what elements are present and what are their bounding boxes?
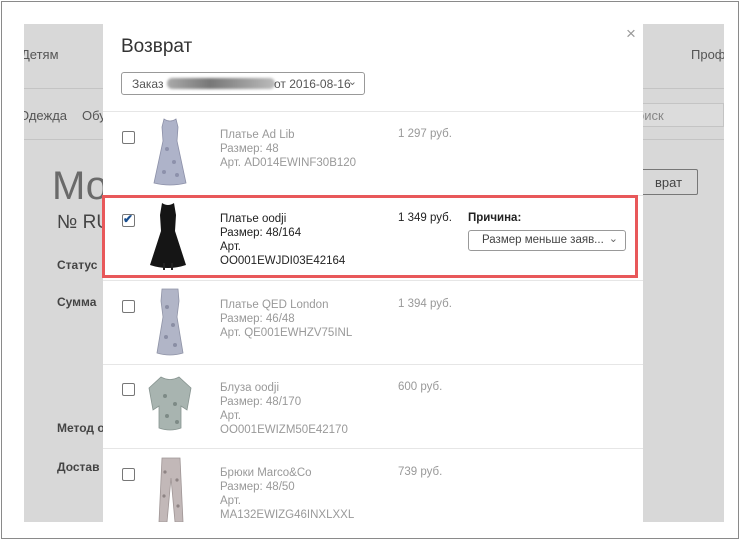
item-price: 600 руб. (398, 381, 443, 393)
item-size: Размер: 48 (220, 143, 279, 155)
item-name: Платье Ad Lib (220, 129, 295, 141)
item-article-code: OO001EWIZM50E42170 (220, 424, 348, 436)
trousers-thumbnail (158, 457, 184, 522)
dress-thumbnail (153, 118, 187, 186)
background-method-label: Метод о (57, 421, 105, 435)
screenshot-frame: Детям Профи Одежда Обу оиск Мо № RU Стат… (1, 1, 739, 539)
nav-children: Детям (24, 47, 59, 62)
item-checkbox[interactable] (122, 468, 135, 481)
order-select-date: от 2016-08-16 (274, 77, 351, 91)
item-size: Размер: 48/170 (220, 396, 302, 408)
redacted-order-number (167, 78, 275, 89)
close-icon[interactable]: × (626, 24, 636, 44)
selected-item-highlight (102, 195, 638, 278)
background-return-button: врат (636, 169, 698, 195)
blouse-thumbnail (148, 376, 192, 431)
item-article-code: MA132EWIZG46INXLXXL (220, 509, 355, 521)
chevron-down-icon: ⌄ (347, 76, 357, 88)
category-clothes: Одежда (24, 108, 68, 123)
item-name: Брюки Marco&Co (220, 467, 312, 479)
modal-title: Возврат (121, 36, 193, 57)
order-select-prefix: Заказ (132, 77, 164, 91)
background-page-title: Мо (52, 164, 109, 208)
item-divider (103, 280, 643, 281)
item-checkbox[interactable] (122, 383, 135, 396)
item-checkbox[interactable] (122, 300, 135, 313)
item-info: Брюки Marco&Co Размер: 48/50 Арт. MA132E… (220, 466, 354, 522)
item-info: Блуза oodji Размер: 48/170 Арт. OO001EWI… (220, 381, 348, 437)
item-divider (103, 448, 643, 449)
item-info: Платье QED London Размер: 46/48 Арт. QE0… (220, 298, 352, 340)
item-name: Платье QED London (220, 299, 329, 311)
item-price: 1 394 руб. (398, 298, 452, 310)
nav-profile: Профи (691, 47, 724, 62)
background-sum-label: Сумма (57, 295, 97, 309)
item-article: Арт. AD014EWINF30B120 (220, 157, 357, 169)
item-article-label: Арт. (220, 495, 242, 507)
item-info: Платье Ad Lib Размер: 48 Арт. AD014EWINF… (220, 128, 356, 170)
item-article: Арт. QE001EWHZV75INL (220, 327, 353, 339)
background-delivery-label: Достав (57, 460, 100, 474)
item-price: 1 297 руб. (398, 128, 452, 140)
item-size: Размер: 46/48 (220, 313, 295, 325)
item-size: Размер: 48/50 (220, 481, 295, 493)
item-article-label: Арт. (220, 410, 242, 422)
order-select[interactable]: Заказ от 2016-08-16 ⌄ (121, 72, 365, 95)
item-name: Блуза oodji (220, 382, 280, 394)
item-checkbox[interactable] (122, 131, 135, 144)
dress-thumbnail (156, 288, 184, 356)
background-status-label: Статус (57, 258, 98, 272)
item-divider (103, 364, 643, 365)
item-divider (103, 111, 643, 112)
background-search-box: оиск (630, 103, 724, 127)
item-price: 739 руб. (398, 466, 443, 478)
